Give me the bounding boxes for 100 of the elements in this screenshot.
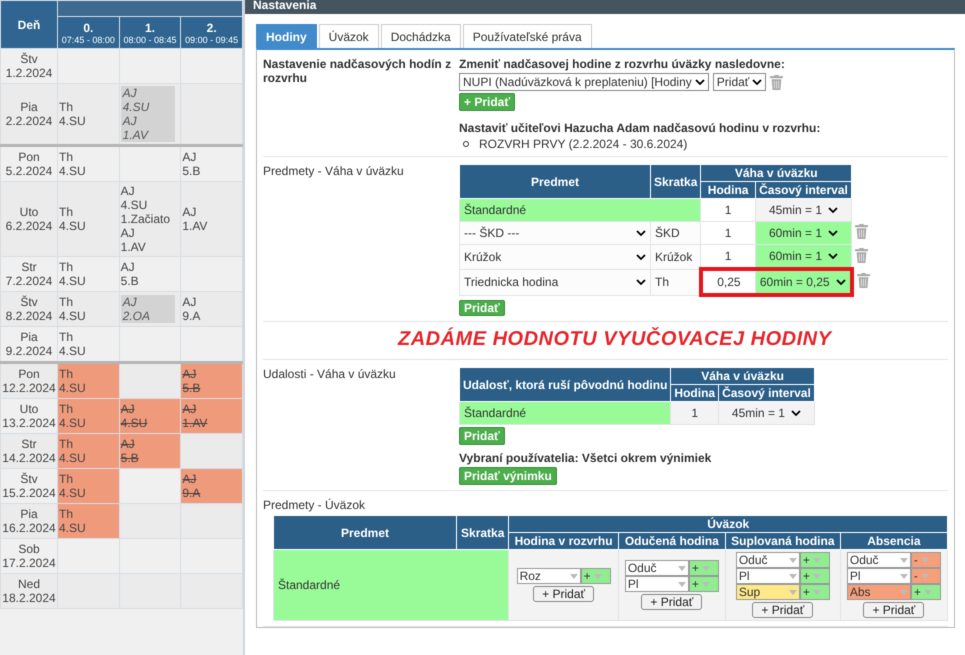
abbreviation-cell: ŠKD — [650, 222, 701, 244]
handwritten-annotation: ZADÁME HODNOTU VYUČOVACEJ HODINY — [263, 322, 948, 360]
sign-dropdown[interactable]: + — [800, 584, 830, 600]
column-header: Časový interval — [755, 182, 852, 198]
caret-icon — [788, 574, 797, 578]
sign-dropdown[interactable]: + — [800, 568, 830, 584]
lesson-cell: AJ 5.B — [119, 256, 181, 292]
day-cell: Pia 2.2.2024 — [0, 84, 58, 146]
subject-cell: Štandardné — [460, 198, 701, 222]
lesson-cell: AJ 5.B — [119, 434, 181, 468]
lesson-cell: Th 4.SU — [58, 292, 120, 326]
lesson-cell: Th 4.SU — [58, 468, 120, 504]
caret-icon — [920, 574, 929, 578]
column-header: Skratka — [456, 516, 509, 550]
caret-icon — [900, 574, 908, 578]
trash-icon[interactable] — [856, 273, 870, 288]
hours-value: 1 — [724, 226, 732, 240]
tab[interactable]: Hodiny — [256, 24, 317, 48]
lesson-cell: AJ 2.OA — [119, 292, 181, 326]
chevron-down-icon — [790, 410, 801, 416]
day-cell: Pia 9.2.2024 — [0, 326, 58, 362]
caret-icon — [594, 574, 602, 578]
type-dropdown[interactable]: NUPI (Nadúväzková k preplateniu) [Hodiny — [459, 73, 709, 91]
rule-dropdown[interactable]: Oduč — [624, 560, 689, 576]
chevron-down-icon — [828, 253, 838, 259]
tab[interactable]: Dochádzka — [380, 24, 461, 48]
trash-icon[interactable] — [855, 248, 868, 263]
lesson-cell: Th 4.SU — [58, 84, 120, 146]
lesson-cell: Th 4.SU — [58, 362, 120, 398]
chevron-down-icon — [636, 279, 646, 285]
caret-icon — [788, 590, 797, 594]
sign-dropdown[interactable]: + — [800, 552, 830, 568]
day-cell: Pon 5.2.2024 — [0, 146, 58, 182]
rule-dropdown[interactable]: Roz — [516, 568, 581, 584]
caret-icon — [812, 558, 821, 562]
day-cell: Štv 15.2.2024 — [0, 468, 58, 504]
rule-dropdown[interactable]: Oduč — [736, 552, 800, 568]
chevron-down-icon — [636, 254, 646, 260]
abbreviation-cell: Th — [650, 269, 701, 295]
caret-icon — [702, 582, 710, 586]
lesson-cell: AJ 1.AV — [180, 398, 242, 434]
day-cell: Pia 16.2.2024 — [0, 504, 58, 538]
caret-icon — [812, 590, 821, 594]
column-header: Skratka — [650, 164, 701, 198]
caret-icon — [812, 574, 821, 578]
day-cell: Uto 6.2.2024 — [0, 182, 58, 256]
rule-dropdown[interactable]: Pl — [624, 576, 689, 592]
sign-dropdown[interactable]: + — [580, 568, 611, 584]
hours-value: 1 — [724, 249, 732, 263]
chevron-down-icon — [828, 230, 838, 236]
rule-dropdown[interactable]: Oduč — [846, 552, 911, 568]
hours-input[interactable]: 0,25 — [700, 269, 756, 295]
day-cell: Štv 8.2.2024 — [0, 292, 58, 326]
trash-icon[interactable] — [770, 74, 784, 90]
column-header: Absencia — [840, 532, 948, 550]
day-cell: Štv 1.2.2024 — [0, 48, 58, 84]
lesson-cell: Th 4.SU — [58, 434, 120, 468]
action-dropdown[interactable]: Pridať — [712, 73, 766, 91]
rule-dropdown[interactable]: Pl — [846, 568, 911, 584]
subject-cell: Štandardné — [274, 550, 509, 620]
bullet-icon — [463, 141, 469, 147]
event-cell: Štandardné — [460, 402, 671, 424]
sign-dropdown[interactable]: - — [910, 552, 941, 568]
rule-dropdown[interactable]: Sup — [736, 584, 800, 600]
chevron-down-icon — [828, 207, 838, 213]
tab[interactable]: Úväzok — [318, 24, 379, 48]
day-cell: Uto 13.2.2024 — [0, 398, 58, 434]
column-group-header: Váha v úväzku — [700, 164, 852, 182]
panel-title: Nastavenia — [245, 0, 965, 14]
period-header: 2. 09:00 - 09:45 — [180, 16, 242, 48]
caret-icon — [702, 566, 710, 570]
lesson-cell: AJ 9.A — [180, 292, 242, 326]
add-button[interactable]: + Pridať — [533, 586, 594, 602]
trash-icon[interactable] — [855, 224, 868, 239]
lesson-cell: Th 4.SU — [58, 504, 120, 538]
rule-dropdown[interactable]: Abs — [846, 584, 911, 600]
day-cell: Sob 17.2.2024 — [0, 538, 58, 574]
add-button[interactable]: + Pridať — [641, 594, 702, 610]
lesson-cell: Th 4.SU — [58, 326, 120, 362]
add-button[interactable]: + Pridať — [863, 602, 924, 618]
schedule-heading: Nastaviť učiteľovi Hazucha Adam nadčasovú hodinu v rozvrhu: — [459, 121, 820, 135]
column-header: Suplovaná hodina — [725, 532, 840, 550]
tab[interactable]: Používateľské práva — [462, 24, 592, 48]
day-cell: Str 7.2.2024 — [0, 256, 58, 292]
section-label: Predmety - Váha v úväzku — [263, 164, 405, 180]
sign-dropdown[interactable]: + — [910, 584, 941, 600]
column-header: Hodina — [700, 182, 756, 198]
rule-dropdown[interactable]: Pl — [736, 568, 800, 584]
add-button[interactable]: + Pridať — [752, 602, 814, 618]
lesson-cell: AJ 4.SU — [119, 398, 181, 434]
lesson-cell: Th 4.SU — [58, 182, 120, 256]
abbreviation-cell: Krúžok — [650, 244, 701, 269]
caret-icon — [678, 566, 686, 570]
column-header: Časový interval — [718, 384, 814, 402]
sign-dropdown[interactable]: - — [910, 568, 941, 584]
caret-icon — [924, 590, 932, 594]
caret-icon — [570, 574, 578, 578]
hours-value: 1 — [724, 203, 732, 217]
sign-dropdown[interactable]: + — [688, 576, 719, 592]
sign-dropdown[interactable]: + — [688, 560, 719, 576]
